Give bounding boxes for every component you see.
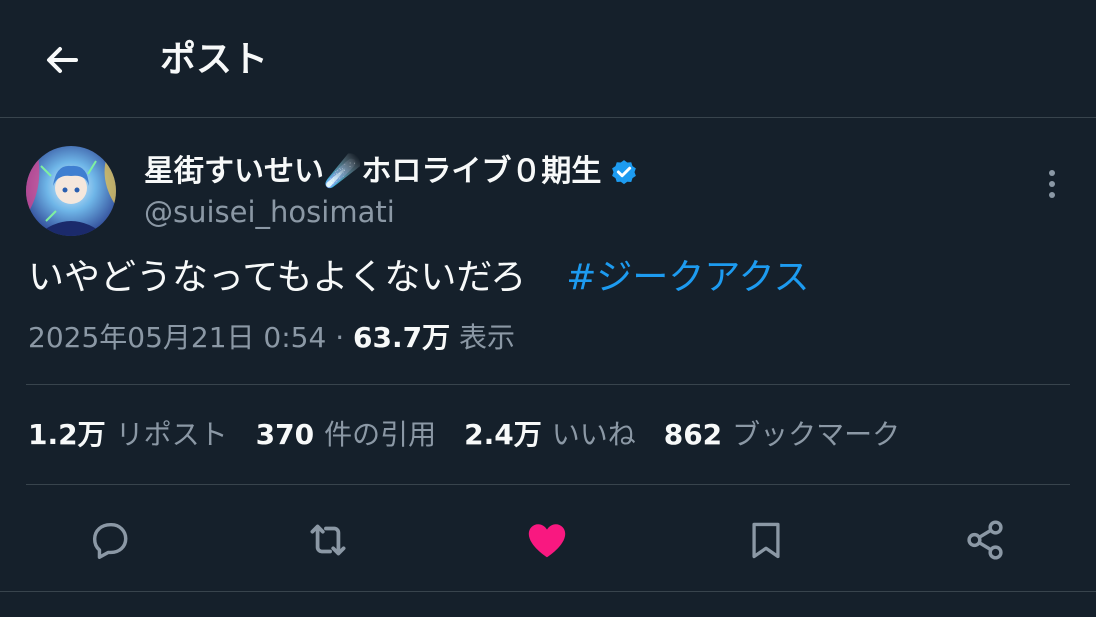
divider	[0, 591, 1096, 592]
avatar[interactable]	[26, 146, 116, 236]
display-name[interactable]: 星街すいせい☄️ホロライブ０期生	[144, 152, 601, 192]
reply-icon	[92, 522, 128, 559]
repost-button[interactable]	[298, 510, 358, 570]
top-bar: ポスト	[0, 0, 1096, 118]
divider	[26, 484, 1070, 485]
like-heart-icon	[528, 524, 566, 558]
bookmarks-count: 862	[663, 418, 723, 451]
more-options-button[interactable]	[1030, 162, 1074, 206]
display-name-row[interactable]: 星街すいせい☄️ホロライブ０期生	[144, 152, 639, 192]
quotes-label: 件の引用	[324, 418, 437, 451]
reply-button[interactable]	[80, 510, 140, 570]
verified-badge-icon	[609, 157, 639, 187]
likes-label: いいね	[551, 418, 636, 451]
quotes-stat[interactable]: 370 件の引用	[256, 415, 436, 455]
quotes-count: 370	[255, 418, 315, 451]
reposts-stat[interactable]: 1.2万 リポスト	[28, 415, 228, 455]
share-button[interactable]	[955, 510, 1015, 570]
post-text: いやどうなってもよくないだろ #ジークアクス	[28, 254, 810, 302]
action-bar	[0, 510, 1096, 570]
share-icon	[967, 520, 1003, 560]
likes-stat[interactable]: 2.4万 いいね	[464, 415, 636, 455]
page-title: ポスト	[160, 39, 269, 80]
divider	[26, 384, 1070, 385]
more-options-icon	[1049, 170, 1055, 198]
bookmarks-label: ブックマーク	[732, 418, 901, 451]
bookmark-icon	[752, 522, 780, 559]
back-button[interactable]	[38, 36, 86, 84]
reposts-label: リポスト	[115, 418, 228, 451]
post-timestamp[interactable]: 2025年05月21日 0:54	[28, 321, 326, 354]
back-arrow-icon	[47, 47, 78, 73]
views-count: 63.7万	[353, 321, 451, 354]
bookmarks-stat[interactable]: 862 ブックマーク	[664, 415, 900, 455]
reposts-count: 1.2万	[28, 418, 106, 451]
post-body: いやどうなってもよくないだろ	[28, 257, 527, 298]
engagement-stats: 1.2万 リポスト 370 件の引用 2.4万 いいね 862 ブックマーク	[28, 415, 928, 455]
meta-separator: ·	[335, 321, 345, 354]
views-label: 表示	[459, 321, 516, 354]
post-meta: 2025年05月21日 0:54 · 63.7万 表示	[28, 318, 515, 358]
user-handle[interactable]: @suisei_hosimati	[144, 194, 395, 230]
like-button[interactable]	[517, 510, 577, 570]
repost-icon	[310, 524, 346, 556]
likes-count: 2.4万	[464, 418, 542, 451]
bookmark-button[interactable]	[736, 510, 796, 570]
hashtag-link[interactable]: #ジークアクス	[566, 257, 809, 298]
